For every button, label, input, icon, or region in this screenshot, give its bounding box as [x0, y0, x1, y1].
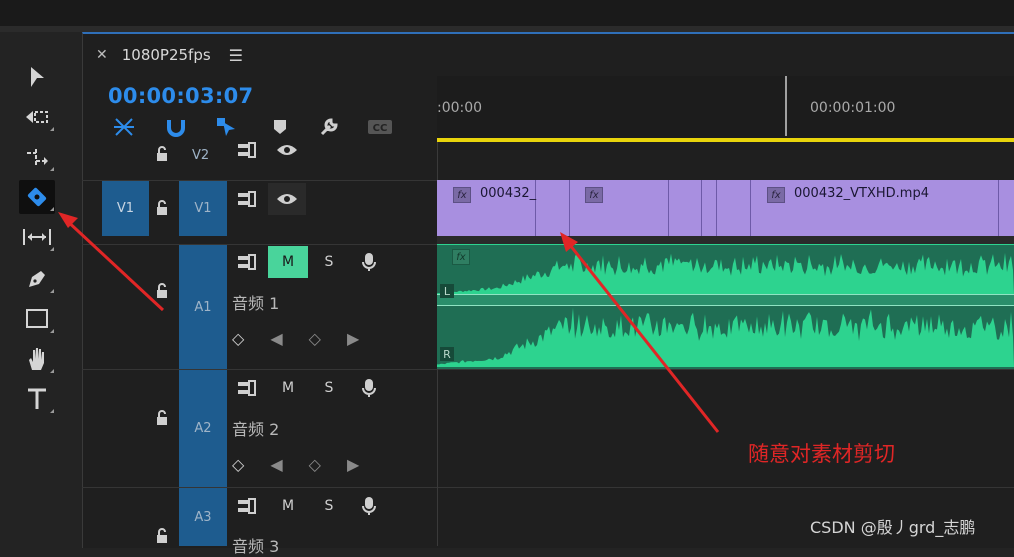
fx-badge-icon: fx	[585, 187, 603, 203]
selection-tool[interactable]	[19, 60, 55, 94]
sync-lock-icon[interactable]	[228, 372, 266, 404]
annotation-text: 随意对素材剪切	[748, 442, 895, 466]
channel-left-label: L	[440, 284, 454, 298]
track-name-a3[interactable]: A3	[179, 488, 227, 546]
add-keyframe-icon[interactable]: ◇	[309, 329, 321, 348]
pen-tool[interactable]	[19, 262, 55, 296]
track-label-a1: 音频 1	[232, 294, 280, 313]
track-name-v1[interactable]: V1	[179, 181, 227, 236]
clip-cut[interactable]	[701, 180, 702, 236]
track-gap	[437, 236, 1014, 244]
tools-panel	[0, 32, 76, 546]
svg-text:CC: CC	[373, 123, 388, 134]
time-ruler[interactable]	[437, 76, 1014, 138]
track-name-a2[interactable]: A2	[179, 370, 227, 487]
track-name-v2: V2	[192, 148, 210, 163]
ripple-edit-icon	[27, 149, 48, 165]
waveform-channel	[437, 252, 1014, 295]
captions-cc-icon[interactable]: CC	[367, 114, 393, 140]
ruler-label-1s: 00:00:01:00	[810, 100, 896, 116]
solo-button-a3[interactable]: S	[310, 490, 348, 522]
waveform-channel	[437, 307, 1014, 367]
fx-badge-icon: fx	[767, 187, 785, 203]
channel-right-label: R	[440, 347, 454, 361]
track-select-tool[interactable]	[19, 100, 55, 134]
next-keyframe-icon[interactable]: ▶	[347, 455, 359, 474]
playhead-timecode[interactable]: 00:00:03:07	[108, 84, 253, 108]
track-label-a3: 音频 3	[232, 537, 280, 556]
keyframe-controls: ◇ ◀ ◇ ▶	[232, 327, 359, 349]
next-keyframe-icon[interactable]: ▶	[347, 329, 359, 348]
add-keyframe-icon[interactable]: ◇	[309, 455, 321, 474]
watermark: CSDN @殷丿grd_志鹏	[810, 518, 976, 537]
hand-tool[interactable]	[19, 342, 55, 376]
lock-icon[interactable]	[155, 200, 169, 220]
lock-icon[interactable]	[155, 528, 169, 548]
track-target-v1[interactable]: V1	[102, 181, 149, 236]
sequence-tab[interactable]: ✕ 1080P25fps ☰	[96, 44, 243, 66]
razor-tool[interactable]	[19, 180, 55, 214]
hand-icon	[29, 348, 44, 370]
lock-icon[interactable]	[155, 283, 169, 303]
keyframe-diamond-icon[interactable]: ◇	[232, 455, 244, 474]
lock-icon[interactable]	[155, 146, 169, 166]
keyframe-controls: ◇ ◀ ◇ ▶	[232, 453, 359, 475]
audio-clip[interactable]	[437, 244, 1014, 369]
clip-cut[interactable]	[716, 180, 717, 236]
clip-cut[interactable]	[998, 180, 999, 236]
eye-visibility-icon[interactable]	[268, 183, 306, 215]
track-name-a1[interactable]: A1	[179, 245, 227, 369]
sync-lock-icon[interactable]	[228, 490, 266, 522]
solo-button-a1[interactable]: S	[310, 246, 348, 278]
rectangle-icon	[26, 309, 48, 328]
clip-name: 000432_VTXHD.mp4	[794, 186, 929, 201]
panel-menu-icon[interactable]: ☰	[229, 46, 243, 65]
pen-icon	[29, 271, 45, 287]
fx-badge-icon: fx	[453, 187, 471, 203]
close-tab-icon[interactable]: ✕	[96, 47, 108, 63]
previous-keyframe-icon[interactable]: ◀	[270, 455, 282, 474]
keyframe-diamond-icon[interactable]: ◇	[232, 329, 244, 348]
clip-cut[interactable]	[750, 180, 751, 236]
clip-cut[interactable]	[668, 180, 669, 236]
text-t-icon	[28, 388, 46, 409]
rectangle-tool[interactable]	[19, 302, 55, 336]
wrench-settings-icon[interactable]	[316, 114, 342, 140]
arrow-pointer-icon	[31, 67, 44, 87]
nest-sequence-icon[interactable]	[111, 114, 137, 140]
microphone-icon[interactable]	[350, 372, 388, 404]
fx-badge-icon: fx	[452, 249, 470, 265]
mute-button-a3[interactable]: M	[268, 490, 308, 522]
top-menu-bar	[0, 0, 1014, 32]
microphone-icon[interactable]	[350, 246, 388, 278]
slip-tool[interactable]	[19, 220, 55, 254]
razor-blade-icon	[27, 187, 47, 207]
sequence-tab-title: 1080P25fps	[121, 46, 211, 64]
microphone-icon[interactable]	[350, 490, 388, 522]
track-label-a2: 音频 2	[232, 420, 280, 439]
sync-lock-icon[interactable]	[228, 183, 266, 215]
volume-rubber-band[interactable]	[437, 294, 1014, 306]
clip-name: 000432_	[480, 186, 537, 201]
work-area-bar[interactable]	[437, 138, 1014, 142]
type-tool[interactable]	[19, 382, 55, 416]
lock-icon[interactable]	[155, 410, 169, 430]
ripple-edit-tool[interactable]	[19, 140, 55, 174]
playhead-line[interactable]	[785, 76, 787, 136]
sync-lock-icon[interactable]	[228, 134, 266, 166]
sync-lock-icon[interactable]	[228, 246, 266, 278]
slip-arrows-icon	[23, 229, 51, 245]
track-select-icon	[26, 111, 48, 123]
solo-button-a2[interactable]: S	[310, 372, 348, 404]
audio-waveform	[437, 252, 1014, 367]
mute-button-a2[interactable]: M	[268, 372, 308, 404]
snap-magnet-icon[interactable]	[163, 114, 189, 140]
clip-cut[interactable]	[569, 180, 570, 236]
previous-keyframe-icon[interactable]: ◀	[270, 329, 282, 348]
eye-visibility-icon[interactable]	[268, 134, 306, 166]
mute-button-a1[interactable]: M	[268, 246, 308, 278]
ruler-label-start: :00:00	[437, 100, 483, 116]
